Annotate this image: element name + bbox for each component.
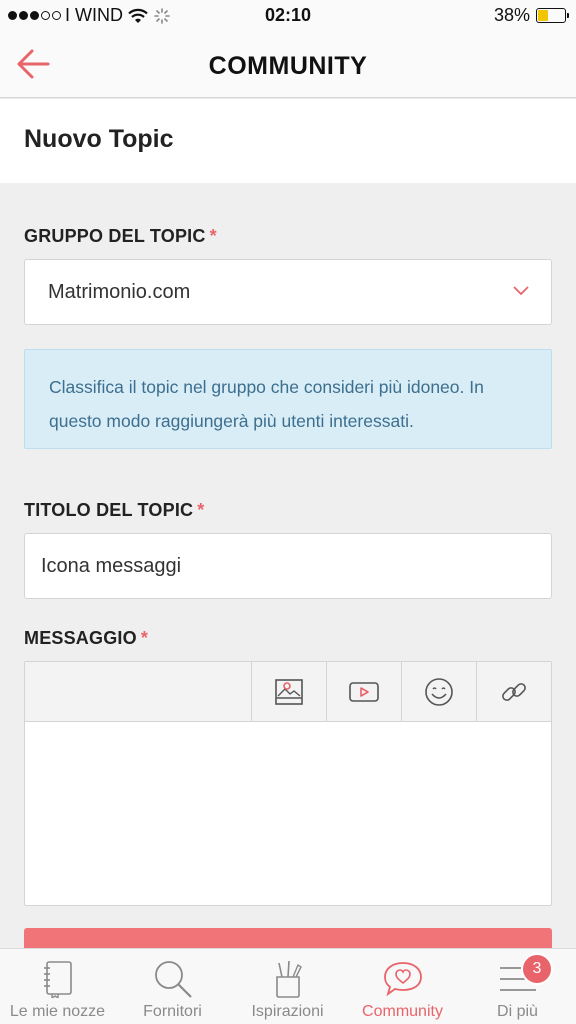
tab-label: Le mie nozze — [9, 1003, 106, 1020]
clock: 02:10 — [264, 5, 312, 25]
insert-image-button[interactable] — [251, 662, 326, 721]
insert-link-button[interactable] — [476, 662, 551, 721]
title-label-text: TITOLO DEL TOPIC — [24, 500, 194, 520]
group-label-text: GRUPPO DEL TOPIC — [24, 226, 206, 246]
tab-label: Fornitori — [143, 1003, 202, 1020]
notification-badge: 3 — [521, 953, 553, 985]
group-select[interactable]: Matrimonio.com — [24, 259, 552, 325]
tab-label: Ispirazioni — [251, 1003, 324, 1020]
tab-community[interactable]: Community — [345, 949, 460, 1024]
emoji-icon — [425, 677, 453, 706]
tab-label: Di più — [497, 1003, 538, 1020]
image-icon — [275, 678, 303, 705]
nav-bar: COMMUNITY — [0, 32, 576, 98]
battery-icon — [536, 8, 569, 23]
title-label: TITOLO DEL TOPIC * — [24, 500, 204, 521]
tab-di-piu[interactable]: 3 Di più — [460, 949, 575, 1024]
page-title: Nuovo Topic — [24, 125, 174, 153]
info-alert: Classifica il topic nel gruppo che consi… — [24, 349, 552, 449]
group-label: GRUPPO DEL TOPIC * — [24, 226, 217, 247]
tab-fornitori[interactable]: Fornitori — [115, 949, 230, 1024]
notebook-icon — [43, 961, 72, 998]
pencil-cup-icon — [275, 960, 302, 998]
search-icon — [154, 961, 192, 998]
status-bar: I WIND 02:10 38% — [0, 0, 576, 32]
message-label: MESSAGGIO * — [24, 628, 148, 649]
topic-title-input[interactable]: Icona messaggi — [24, 533, 552, 599]
chevron-down-icon — [513, 286, 529, 296]
insert-video-button[interactable] — [326, 662, 401, 721]
heart-chat-icon — [383, 962, 422, 997]
battery-percent: 38% — [493, 5, 530, 25]
group-select-value: Matrimonio.com — [48, 281, 191, 303]
link-icon — [502, 682, 526, 701]
tab-ispirazioni[interactable]: Ispirazioni — [230, 949, 345, 1024]
message-label-text: MESSAGGIO — [24, 628, 137, 648]
battery-status: 38% — [493, 5, 569, 26]
required-mark: * — [140, 628, 149, 648]
insert-emoji-button[interactable] — [401, 662, 476, 721]
video-icon — [349, 681, 379, 702]
message-textarea[interactable] — [25, 723, 551, 905]
tab-bar: Le mie nozze Fornitori Ispirazioni Commu… — [0, 948, 576, 1024]
topic-title-value: Icona messaggi — [41, 555, 182, 577]
editor-toolbar — [25, 662, 551, 722]
tab-label: Community — [362, 1003, 443, 1020]
required-mark: * — [209, 226, 217, 246]
required-mark: * — [197, 500, 205, 520]
page-header-title: COMMUNITY — [208, 52, 368, 80]
message-editor — [24, 661, 552, 906]
page-title-section: Nuovo Topic — [0, 99, 576, 183]
tab-le-mie-nozze[interactable]: Le mie nozze — [0, 949, 115, 1024]
